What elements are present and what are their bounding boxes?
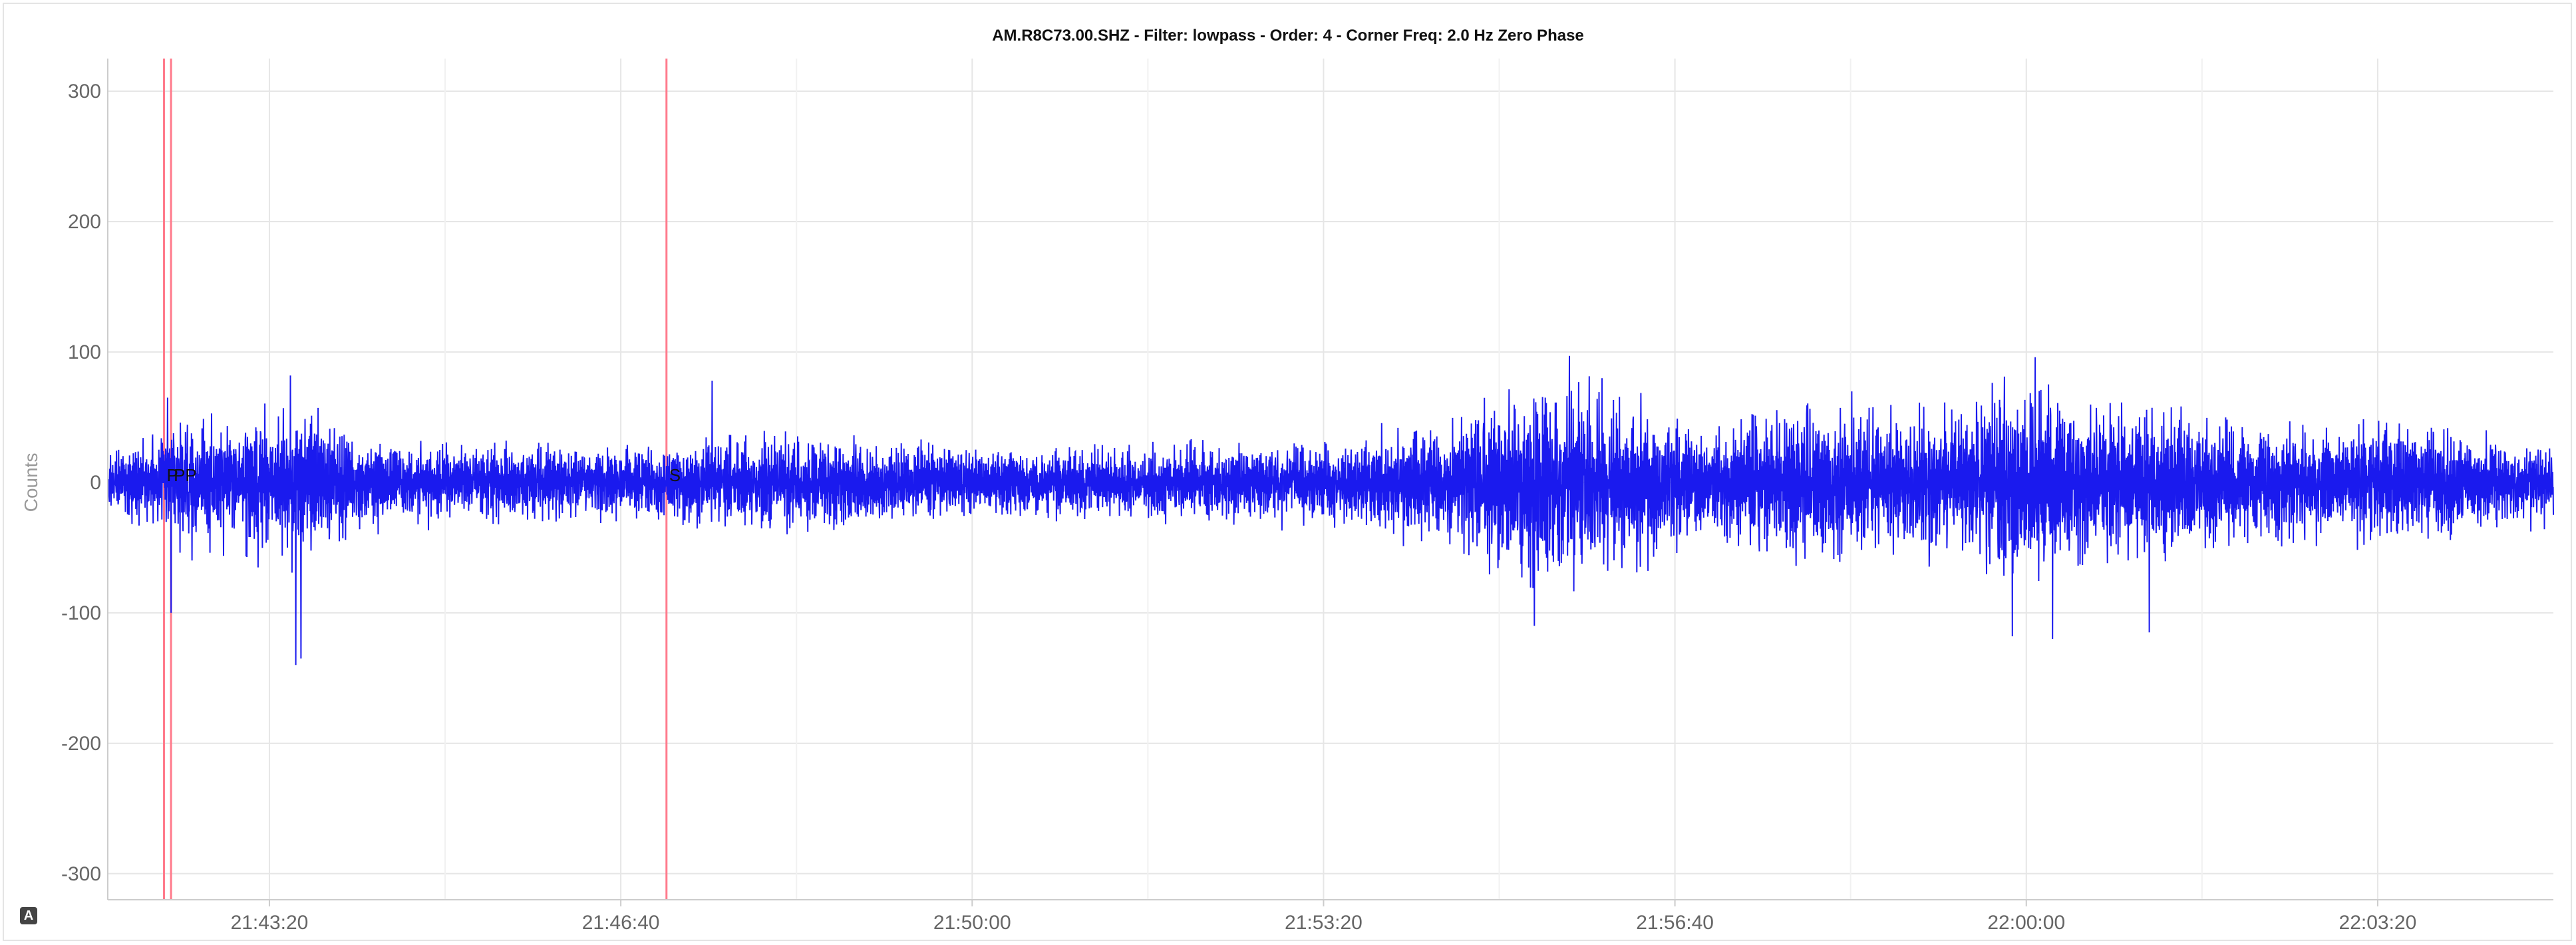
- x-tick-label: 21:56:40: [1636, 912, 1714, 934]
- y-tick-label: 100: [68, 341, 101, 363]
- y-tick-label: 300: [68, 81, 101, 102]
- phase-label-PP: PP: [174, 465, 197, 485]
- y-tick-label: 200: [68, 211, 101, 233]
- x-tick-label: 21:46:40: [582, 912, 660, 934]
- info-icon[interactable]: A: [20, 907, 37, 924]
- y-tick-label: 0: [90, 472, 101, 494]
- y-tick-label: -100: [61, 602, 101, 624]
- x-tick-label: 22:00:00: [1987, 912, 2065, 934]
- y-axis-title: Counts: [21, 453, 41, 512]
- x-tick-label: 21:53:20: [1285, 912, 1363, 934]
- x-tick-label: 22:03:20: [2339, 912, 2417, 934]
- y-tick-label: -300: [61, 863, 101, 885]
- y-tick-label: -200: [61, 733, 101, 755]
- waveform-chart: 300 200 100 0 -100 -200 -300 21:43:20 21:46:40 21…: [21, 59, 2554, 934]
- phase-label-S: S: [669, 465, 681, 485]
- x-tick-label: 21:43:20: [231, 912, 309, 934]
- waveform-trace: [107, 355, 2554, 665]
- x-tick-label: 21:50:00: [933, 912, 1011, 934]
- series-layer: [107, 355, 2554, 665]
